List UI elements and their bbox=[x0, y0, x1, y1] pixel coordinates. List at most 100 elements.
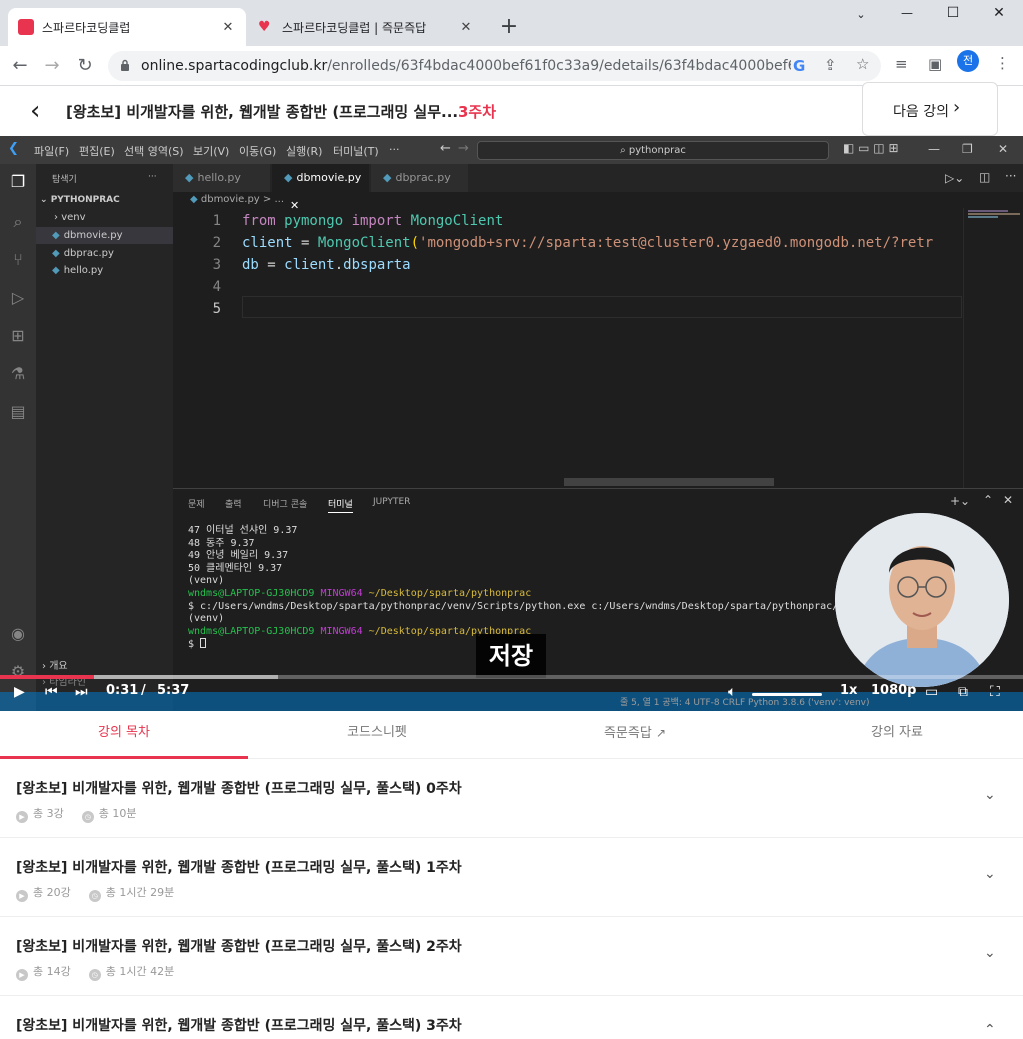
chevron-down-icon[interactable]: ⌄ bbox=[838, 8, 884, 21]
play-circle-icon: ▶ bbox=[16, 890, 28, 902]
close-tab-icon[interactable]: ✕ bbox=[220, 20, 236, 35]
progress-played bbox=[0, 675, 95, 679]
testing-flask-icon: ⚗ bbox=[10, 364, 26, 383]
week-item[interactable]: [왕초보] 비개발자를 위한, 웹개발 종합반 (프로그래밍 실무, 풀스택) … bbox=[0, 917, 1023, 996]
more-menu-icon[interactable]: ⋮ bbox=[995, 54, 1010, 72]
previous-icon[interactable]: ⏮ bbox=[45, 684, 58, 700]
terminal-prompt: wndms@LAPTOP-GJ30HCD9 MINGW64 ~/Desktop/… bbox=[188, 587, 532, 599]
tab-lecture-contents[interactable]: 강의 목차 bbox=[0, 711, 248, 759]
back-chevron-icon[interactable]: ‹ bbox=[30, 96, 40, 126]
video-quality[interactable]: 1080p bbox=[871, 683, 917, 698]
tab-qna[interactable]: 즉문즉답 ↗ bbox=[511, 711, 759, 759]
week-meta: ▶ 총 3강 ◷ 총 10분 bbox=[16, 805, 136, 823]
tab-code-snippets[interactable]: 코드스니펫 bbox=[253, 711, 501, 759]
status-bar-text: 줄 5, 열 1 공백: 4 UTF-8 CRLF Python 3.8.6 (… bbox=[620, 698, 870, 708]
chevron-down-icon[interactable]: ⌄ bbox=[984, 945, 996, 961]
week-item[interactable]: [왕초보] 비개발자를 위한, 웹개발 종합반 (프로그래밍 실무, 풀스택) … bbox=[0, 759, 1023, 838]
week-title: [왕초보] 비개발자를 위한, 웹개발 종합반 (프로그래밍 실무, 풀스택) … bbox=[16, 860, 462, 876]
vscode-minimize-icon: — bbox=[928, 142, 940, 156]
explorer-item-label: dbprac.py bbox=[63, 248, 114, 259]
bookmark-star-icon[interactable]: ☆ bbox=[856, 55, 869, 73]
lecture-count: 총 20강 bbox=[33, 886, 71, 899]
week-item[interactable]: [왕초보] 비개발자를 위한, 웹개발 종합반 (프로그래밍 실무, 풀스택) … bbox=[0, 996, 1023, 1039]
python-file-icon: ◆ bbox=[190, 194, 201, 205]
duration: 5:37 bbox=[157, 683, 190, 698]
minimap-line bbox=[968, 213, 1020, 215]
chevron-up-icon[interactable]: ⌃ bbox=[984, 1022, 996, 1038]
layout-icons: ◧ ▭ ◫ ⊞ bbox=[843, 141, 899, 155]
terminal-line: 48 동주 9.37 bbox=[188, 537, 255, 549]
volume-slider[interactable] bbox=[752, 693, 822, 696]
browser-tab-spartacodingclub[interactable]: 스파르타코딩클럽 ✕ bbox=[8, 8, 246, 46]
editor-more-icon: ··· bbox=[1005, 169, 1017, 183]
run-debug-icon: ▷ bbox=[11, 288, 25, 307]
browser-tab-label: 스파르타코딩클럽 bbox=[42, 20, 131, 35]
week-item[interactable]: [왕초보] 비개발자를 위한, 웹개발 종합반 (프로그래밍 실무, 풀스택) … bbox=[0, 838, 1023, 917]
explorer-item-venv: › venv bbox=[54, 212, 86, 223]
browser-tab-qna[interactable]: ♥ 스파르타코딩클럽 | 즉문즉답 ✕ bbox=[248, 8, 484, 46]
side-panel-icon[interactable]: ▣ bbox=[928, 55, 942, 73]
menu-selection: 선택 영역(S) bbox=[124, 145, 184, 158]
lecture-count: 총 14강 bbox=[33, 965, 71, 978]
close-tab-icon[interactable]: ✕ bbox=[458, 20, 474, 35]
vscode-command-search: ⌕ pythonprac bbox=[477, 141, 829, 160]
minimize-button[interactable]: — bbox=[884, 6, 930, 20]
menu-go: 이동(G) bbox=[239, 145, 277, 158]
google-icon[interactable]: G bbox=[793, 57, 805, 75]
volume-icon[interactable]: 🔈︎ bbox=[728, 684, 736, 700]
playback-speed[interactable]: 1x bbox=[840, 683, 857, 698]
tab-lecture-materials[interactable]: 강의 자료 bbox=[773, 711, 1021, 759]
address-bar[interactable]: online.spartacodingclub.kr/enrolleds/63f… bbox=[108, 51, 881, 81]
video-progress-bar[interactable] bbox=[0, 675, 1023, 679]
forward-arrow-icon[interactable]: → bbox=[40, 54, 64, 78]
editor-tab-label: dbmovie.py bbox=[296, 171, 362, 184]
editor-tab-dbmovie: ◆ dbmovie.py ✕ bbox=[272, 164, 370, 212]
picture-in-picture-icon[interactable]: ⧉ bbox=[958, 684, 968, 700]
code-text: from pymongo import MongoClient bbox=[242, 213, 504, 229]
terminal-line: (venv) bbox=[188, 613, 225, 625]
explorer-item-label: dbmovie.py bbox=[63, 230, 123, 241]
line-number: 1 bbox=[212, 213, 221, 229]
captions-icon[interactable]: ▭ bbox=[925, 684, 938, 700]
week-title: [왕초보] 비개발자를 위한, 웹개발 종합반 (프로그래밍 실무, 풀스택) … bbox=[16, 1018, 462, 1034]
clock-icon: ◷ bbox=[81, 811, 94, 823]
menu-run: 실행(R) bbox=[286, 145, 323, 158]
clock-icon: ◷ bbox=[88, 969, 101, 981]
source-control-icon: ⑂ bbox=[13, 250, 23, 269]
explorer-item-dbmovie: ◆ dbmovie.py bbox=[36, 227, 173, 244]
play-icon[interactable]: ▶ bbox=[14, 684, 25, 700]
python-file-icon: ◆ bbox=[185, 171, 194, 184]
menu-view: 보기(V) bbox=[193, 145, 230, 158]
next-icon[interactable]: ⏭ bbox=[75, 684, 88, 700]
new-tab-button[interactable]: + bbox=[498, 14, 520, 39]
outline-label: 개요 bbox=[49, 661, 68, 672]
files-icon: ❐ bbox=[10, 172, 26, 191]
profile-avatar[interactable]: 전 bbox=[957, 50, 979, 72]
vscode-logo-icon: ❮ bbox=[8, 141, 19, 156]
fullscreen-icon[interactable]: ⛶ bbox=[990, 684, 1000, 700]
course-week-label: 3주차 bbox=[458, 103, 497, 121]
line-number: 2 bbox=[212, 235, 221, 251]
back-arrow-icon[interactable]: ← bbox=[8, 54, 32, 78]
editor-horizontal-scrollbar bbox=[564, 478, 774, 486]
sparta-favicon-icon bbox=[18, 19, 34, 35]
settings-gear-icon: ⚙ bbox=[10, 662, 26, 681]
next-lecture-label: 다음 강의 bbox=[893, 104, 949, 120]
next-lecture-button[interactable]: 다음 강의 › bbox=[862, 82, 998, 136]
lecture-time: 총 1시간 42분 bbox=[105, 965, 175, 978]
outline-section: › 개요 bbox=[42, 661, 68, 672]
chevron-down-icon[interactable]: ⌄ bbox=[984, 787, 996, 803]
reload-icon[interactable]: ↻ bbox=[73, 54, 97, 78]
project-folder-name: PYTHONPRAC bbox=[50, 195, 120, 205]
vscode-explorer: 탐색기 ··· ⌄ PYTHONPRAC › venv ◆ dbmovie.py … bbox=[36, 164, 173, 711]
explorer-item-dbprac: ◆ dbprac.py bbox=[36, 245, 173, 262]
share-icon[interactable]: ⇪ bbox=[824, 56, 837, 74]
presenter-webcam bbox=[835, 513, 1009, 687]
close-window-button[interactable]: ✕ bbox=[976, 5, 1022, 21]
chevron-down-icon[interactable]: ⌄ bbox=[984, 866, 996, 882]
explorer-title: 탐색기 bbox=[52, 175, 77, 185]
vscode-close-icon: ✕ bbox=[998, 142, 1009, 156]
maximize-button[interactable]: ☐ bbox=[930, 5, 976, 21]
media-queue-icon[interactable]: ≡ bbox=[895, 55, 908, 73]
run-file-icon: ▷⌄ bbox=[945, 171, 965, 185]
